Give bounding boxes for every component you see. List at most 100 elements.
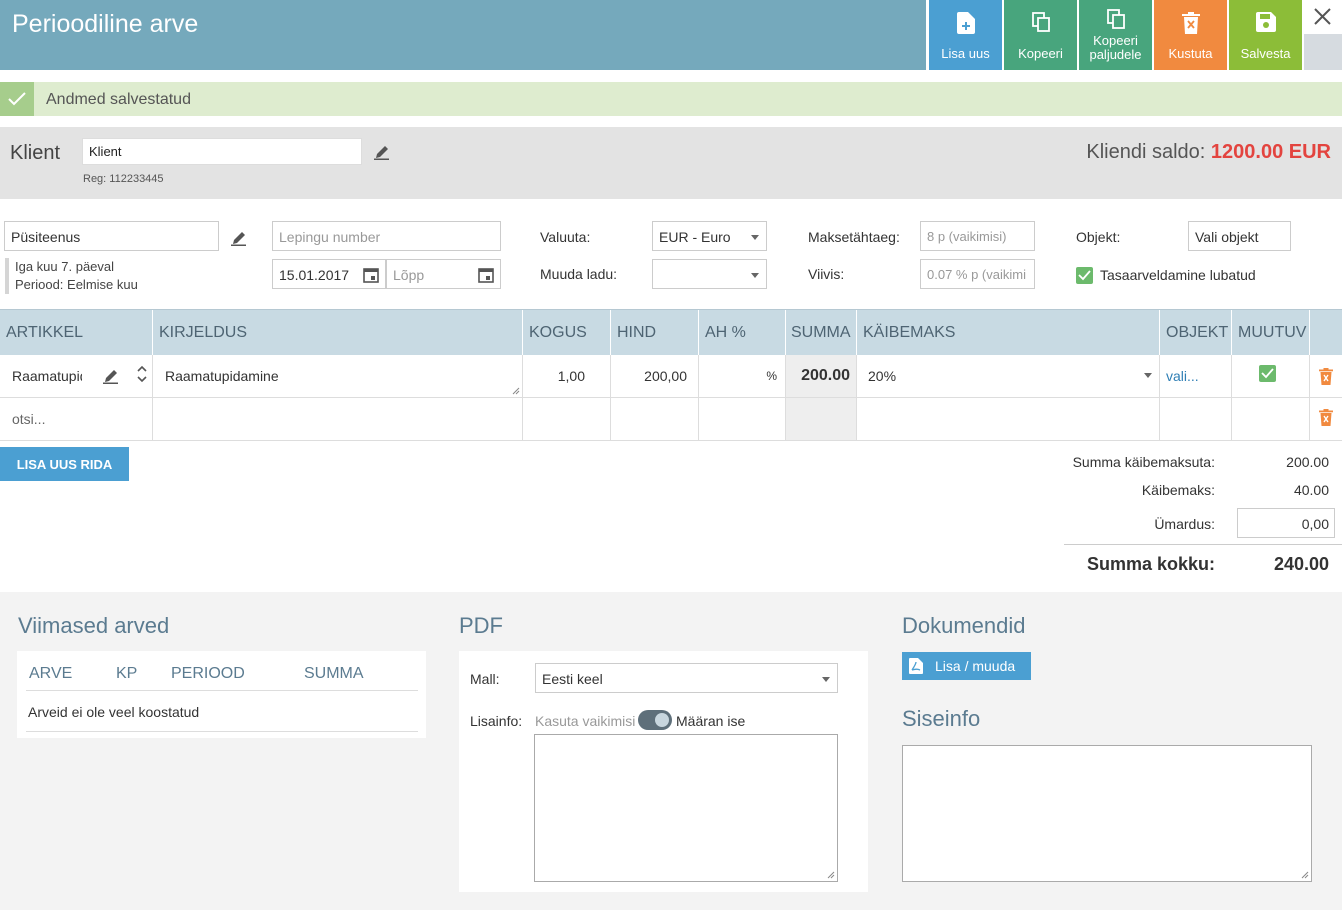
penalty-input[interactable]: 0.07 % p (vaikimi	[920, 259, 1035, 289]
penalty-label: Viivis:	[808, 266, 845, 282]
service-input[interactable]: Püsiteenus	[4, 221, 219, 251]
divider	[26, 690, 418, 691]
rounding-input[interactable]: 0,00	[1237, 508, 1335, 538]
file-plus-icon	[956, 12, 975, 34]
schedule-line: Iga kuu 7. päeval	[15, 259, 115, 274]
column-sum: SUMMA	[785, 310, 856, 355]
resize-handle-icon[interactable]	[827, 871, 835, 879]
client-balance-value: 1200.00 EUR	[1210, 141, 1331, 163]
column-discount: AH %	[698, 310, 785, 355]
recent-empty-message: Arveid ei ole veel koostatud	[28, 704, 200, 720]
net-total-label: Summa käibemaksuta:	[1072, 454, 1215, 470]
copy-many-button[interactable]: Kopeeri paljudele	[1079, 0, 1152, 70]
contract-number-input[interactable]: Lepingu number	[272, 221, 501, 251]
variable-checkbox[interactable]	[1259, 365, 1276, 382]
pencil-icon[interactable]	[374, 145, 389, 160]
client-input[interactable]: Klient	[82, 138, 362, 165]
vat-select[interactable]: 20%	[856, 355, 1159, 397]
copy-icon	[1031, 12, 1050, 32]
warehouse-label: Muuda ladu:	[540, 266, 618, 282]
trash-icon[interactable]	[1319, 368, 1333, 385]
discount-cell[interactable]: %	[698, 355, 785, 397]
add-new-button[interactable]: Lisa uus	[929, 0, 1002, 70]
resize-handle-icon[interactable]	[512, 387, 520, 395]
custom-option[interactable]: Määran ise	[676, 713, 745, 729]
vat-total-value: 40.00	[1293, 482, 1329, 498]
warehouse-select[interactable]	[652, 259, 767, 289]
template-select[interactable]: Eesti keel	[535, 663, 838, 693]
column-invoice: ARVE	[29, 665, 73, 682]
resize-handle-icon[interactable]	[1301, 871, 1309, 879]
description-cell[interactable]: Raamatupidamine	[152, 355, 522, 397]
calendar-icon[interactable]	[478, 267, 494, 283]
vat-value: 20%	[868, 368, 897, 384]
use-default-option[interactable]: Kasuta vaikimisi	[535, 713, 635, 729]
object-link[interactable]: vali...	[1159, 355, 1231, 397]
trash-icon[interactable]	[1319, 409, 1333, 426]
actions-cell	[1309, 355, 1342, 397]
internal-info-textarea[interactable]	[902, 745, 1312, 882]
add-edit-documents-button[interactable]: Lisa / muuda	[902, 652, 1031, 680]
extra-info-textarea[interactable]	[534, 734, 838, 882]
vat-cell[interactable]	[856, 398, 1159, 440]
success-badge	[0, 82, 34, 116]
column-object: OBJEKT	[1159, 310, 1231, 355]
pdf-title: PDF	[459, 613, 503, 638]
title-bar: Perioodiline arve	[0, 0, 926, 70]
close-area	[1304, 0, 1342, 70]
pencil-icon[interactable]	[231, 231, 246, 246]
start-date-input[interactable]: 15.01.2017	[272, 259, 386, 289]
internal-info-title: Siseinfo	[902, 706, 981, 731]
floppy-disk-icon	[1255, 12, 1276, 32]
close-icon	[1314, 8, 1331, 25]
object-select[interactable]: Vali objekt	[1188, 221, 1291, 251]
column-vat: KÄIBEMAKS	[856, 310, 1159, 355]
article-search-input[interactable]: otsi...	[0, 398, 152, 440]
rounding-label: Ümardus:	[1154, 516, 1215, 532]
grand-total-label: Summa kokku:	[1086, 554, 1215, 574]
delete-label: Kustuta	[1168, 46, 1213, 61]
object-cell[interactable]	[1159, 398, 1231, 440]
currency-select[interactable]: EUR - Euro	[652, 221, 767, 251]
copy-button[interactable]: Kopeeri	[1004, 0, 1077, 70]
end-date-input[interactable]: Lõpp	[386, 259, 501, 289]
due-date-input[interactable]: 8 p (vaikimisi)	[920, 221, 1035, 251]
copy-many-label: Kopeeri paljudele	[1079, 34, 1152, 62]
documents-title: Dokumendid	[902, 613, 1026, 638]
price-cell[interactable]	[610, 398, 698, 440]
column-variable: MUUTUV	[1231, 310, 1309, 355]
add-row-button[interactable]: LISA UUS RIDA	[0, 447, 129, 481]
close-spacer	[1304, 34, 1342, 70]
page-header: Perioodiline arve Lisa uus Kopeeri Kopee…	[0, 0, 1342, 70]
variable-cell	[1231, 355, 1309, 397]
extra-info-toggle[interactable]	[638, 710, 672, 730]
currency-label: Valuuta:	[540, 229, 591, 245]
copy-many-label-line2: paljudele	[1089, 47, 1142, 62]
divider	[26, 731, 418, 732]
due-date-label: Maksetähtaeg:	[808, 229, 900, 245]
checkmark-icon	[1078, 270, 1091, 281]
client-balance-label: Kliendi saldo:	[1086, 141, 1206, 163]
client-label: Klient	[10, 142, 61, 164]
discount-cell[interactable]	[698, 398, 785, 440]
quantity-cell[interactable]: 1,00	[522, 355, 610, 397]
delete-button[interactable]: Kustuta	[1154, 0, 1227, 70]
sort-icon[interactable]	[137, 365, 147, 383]
recent-invoices-panel: ARVE KP PERIOOD SUMMA Arveid ei ole veel…	[17, 651, 426, 738]
close-button[interactable]	[1304, 0, 1342, 34]
pencil-icon[interactable]	[103, 369, 118, 384]
quantity-cell[interactable]	[522, 398, 610, 440]
calendar-icon[interactable]	[363, 267, 379, 283]
trash-icon	[1181, 12, 1200, 34]
schedule-info: Iga kuu 7. päeval Periood: Eelmise kuu	[5, 258, 138, 294]
description-cell[interactable]	[152, 398, 522, 440]
article-cell[interactable]: Raamatupid	[0, 355, 152, 397]
offset-checkbox[interactable]	[1076, 267, 1093, 284]
period-line: Periood: Eelmise kuu	[15, 277, 138, 292]
client-reg-number: Reg: 112233445	[83, 173, 164, 185]
save-button[interactable]: Salvesta	[1229, 0, 1302, 70]
sum-cell	[785, 398, 856, 440]
template-value: Eesti keel	[542, 671, 603, 687]
price-cell[interactable]: 200,00	[610, 355, 698, 397]
add-edit-documents-label: Lisa / muuda	[935, 658, 1016, 674]
